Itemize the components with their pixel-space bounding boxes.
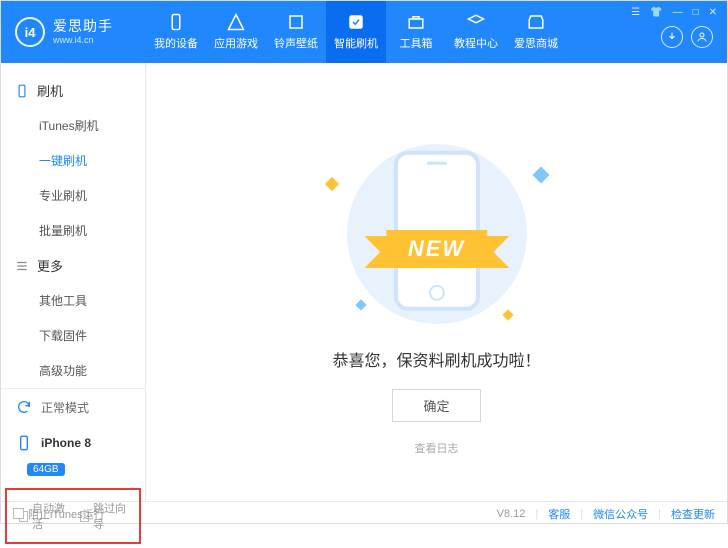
mode-label: 正常模式 bbox=[41, 399, 89, 416]
skin-icon[interactable]: 👕 bbox=[650, 7, 662, 18]
success-illustration: NEW bbox=[317, 139, 557, 329]
nav-store[interactable]: 爱思商城 bbox=[506, 1, 566, 63]
sidebar-item-other-tools[interactable]: 其他工具 bbox=[1, 283, 145, 318]
sidebar-item-advanced[interactable]: 高级功能 bbox=[1, 353, 145, 388]
brand-url: www.i4.cn bbox=[53, 35, 113, 46]
sidebar-item-itunes-flash[interactable]: iTunes刷机 bbox=[1, 108, 145, 143]
sidebar-item-onekey-flash[interactable]: 一键刷机 bbox=[1, 143, 145, 178]
device-row[interactable]: iPhone 8 bbox=[1, 425, 145, 461]
device-label: iPhone 8 bbox=[41, 436, 91, 450]
apps-icon bbox=[227, 13, 245, 31]
toolbox-icon bbox=[407, 13, 425, 31]
version-label: V8.12 bbox=[497, 508, 526, 520]
close-icon[interactable]: ✕ bbox=[709, 7, 717, 18]
mode-row[interactable]: 正常模式 bbox=[1, 389, 145, 425]
sidebar-group-label: 更多 bbox=[37, 256, 63, 275]
tutorial-icon bbox=[467, 13, 485, 31]
sidebar-item-batch-flash[interactable]: 批量刷机 bbox=[1, 213, 145, 248]
nav-toolbox[interactable]: 工具箱 bbox=[386, 1, 446, 63]
nav-label: 我的设备 bbox=[154, 35, 198, 51]
wallpaper-icon bbox=[287, 13, 305, 31]
checkbox-label: 阻止iTunes运行 bbox=[28, 506, 105, 522]
menu-icon[interactable]: ☰ bbox=[631, 7, 640, 18]
phone-icon bbox=[167, 13, 185, 31]
support-link[interactable]: 客服 bbox=[548, 506, 570, 522]
sidebar-group-flash[interactable]: 刷机 bbox=[1, 73, 145, 108]
new-ribbon: NEW bbox=[386, 230, 487, 268]
checkbox-icon bbox=[13, 508, 24, 519]
store-icon bbox=[527, 13, 545, 31]
minimize-icon[interactable]: — bbox=[673, 7, 683, 18]
nav-label: 教程中心 bbox=[454, 35, 498, 51]
nav-label: 应用游戏 bbox=[214, 35, 258, 51]
maximize-icon[interactable]: □ bbox=[693, 7, 699, 18]
nav-label: 工具箱 bbox=[400, 35, 433, 51]
sidebar-item-pro-flash[interactable]: 专业刷机 bbox=[1, 178, 145, 213]
nav-flash[interactable]: 智能刷机 bbox=[326, 1, 386, 63]
device-phone-icon bbox=[16, 435, 32, 451]
block-itunes-checkbox[interactable]: 阻止iTunes运行 bbox=[13, 506, 105, 522]
user-icon bbox=[696, 31, 708, 43]
confirm-button[interactable]: 确定 bbox=[392, 389, 480, 422]
brand-title: 爱思助手 bbox=[53, 18, 113, 35]
nav-ringtones[interactable]: 铃声壁纸 bbox=[266, 1, 326, 63]
nav-my-device[interactable]: 我的设备 bbox=[146, 1, 206, 63]
logo: i4 爱思助手 www.i4.cn bbox=[1, 1, 146, 63]
success-message: 恭喜您，保资料刷机成功啦！ bbox=[332, 347, 540, 371]
phone-outline-icon bbox=[15, 84, 29, 98]
list-icon bbox=[15, 259, 29, 273]
user-button[interactable] bbox=[691, 26, 713, 48]
nav-apps[interactable]: 应用游戏 bbox=[206, 1, 266, 63]
view-log-link[interactable]: 查看日志 bbox=[415, 440, 459, 456]
refresh-icon bbox=[16, 399, 32, 415]
window-controls: ☰ 👕 — □ ✕ bbox=[631, 7, 717, 18]
sidebar-group-more[interactable]: 更多 bbox=[1, 248, 145, 283]
sidebar-item-download-firmware[interactable]: 下载固件 bbox=[1, 318, 145, 353]
nav-label: 爱思商城 bbox=[514, 35, 558, 51]
nav-tutorial[interactable]: 教程中心 bbox=[446, 1, 506, 63]
flash-icon bbox=[347, 13, 365, 31]
top-nav: 我的设备 应用游戏 铃声壁纸 智能刷机 工具箱 教程中心 爱思商城 bbox=[146, 1, 566, 63]
download-icon bbox=[666, 31, 678, 43]
nav-label: 铃声壁纸 bbox=[274, 35, 318, 51]
download-button[interactable] bbox=[661, 26, 683, 48]
sidebar: 刷机 iTunes刷机 一键刷机 专业刷机 批量刷机 更多 其他工具 下载固件 … bbox=[1, 63, 146, 501]
sidebar-group-label: 刷机 bbox=[37, 81, 63, 100]
main-content: NEW 恭喜您，保资料刷机成功啦！ 确定 查看日志 bbox=[146, 63, 727, 501]
wechat-link[interactable]: 微信公众号 bbox=[593, 506, 648, 522]
app-header: i4 爱思助手 www.i4.cn 我的设备 应用游戏 铃声壁纸 智能刷机 工具… bbox=[1, 1, 727, 63]
nav-label: 智能刷机 bbox=[334, 35, 378, 51]
capacity-badge: 64GB bbox=[27, 463, 65, 476]
check-update-link[interactable]: 检查更新 bbox=[671, 506, 715, 522]
logo-icon: i4 bbox=[15, 17, 45, 47]
